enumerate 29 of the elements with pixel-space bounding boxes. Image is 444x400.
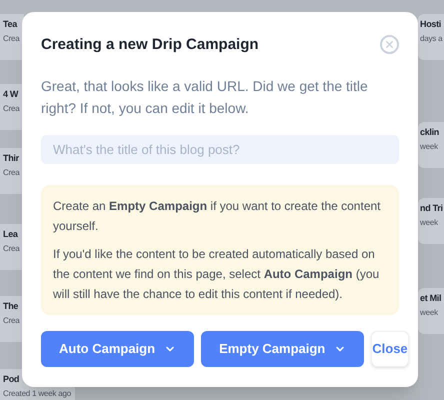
notice-text: If you'd like the content to be created automatically based on the content we find on this page, select Auto Campaign (you will still have the chance to edit this content if needed). <box>53 246 380 302</box>
card-subtitle: Crea <box>3 167 20 178</box>
card-subtitle: week <box>420 307 438 318</box>
card-title: 4 W <box>3 88 18 100</box>
card-title: Thir <box>3 152 19 164</box>
card-subtitle: days a <box>420 33 442 44</box>
card-subtitle: Crea <box>3 315 20 326</box>
close-button[interactable]: Close <box>371 331 409 367</box>
notice-text: Create an Empty Campaign if you want to create the content yourself. <box>53 198 382 234</box>
card-title: et Mil <box>420 292 442 304</box>
card-subtitle: Crea <box>3 33 20 44</box>
card-subtitle: Created 1 week ago <box>3 388 72 399</box>
card-title: The <box>3 300 18 312</box>
card-title: cklin <box>420 126 440 138</box>
title-input-field[interactable]: What's the title of this blog post? <box>41 134 399 164</box>
campaign-dropdown-button[interactable]: Auto Campaign <box>41 331 194 367</box>
card-subtitle: week <box>420 217 438 228</box>
card-title: nd Tri <box>420 202 443 214</box>
close-icon[interactable] <box>380 34 399 54</box>
card-subtitle: Crea <box>3 243 20 254</box>
card-title: Tea <box>3 18 17 30</box>
card-title: Lea <box>3 228 18 240</box>
card-subtitle: Crea <box>3 103 20 114</box>
card-title: Pod <box>3 373 20 385</box>
card-title: Hosti <box>420 18 442 30</box>
card-subtitle: week <box>420 141 438 152</box>
campaign-dropdown-button[interactable]: Empty Campaign <box>201 331 364 367</box>
dialog-title: Creating a new Drip Campaign <box>41 35 259 55</box>
intro-text: Great, that looks like a valid URL. Did we get the title right? If not, you can edit it below. <box>41 76 369 118</box>
